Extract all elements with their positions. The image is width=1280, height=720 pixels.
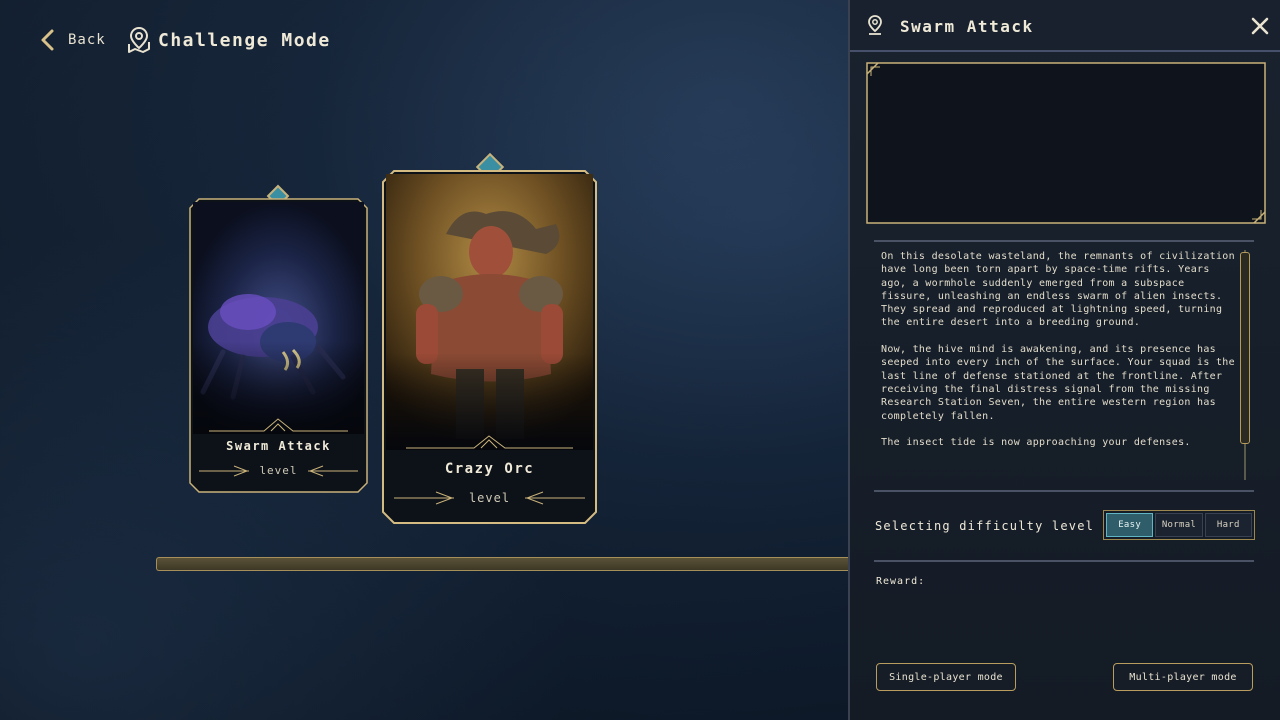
page-header: Challenge Mode (126, 26, 331, 54)
insect-creature-icon (193, 202, 364, 434)
progress-bar (156, 557, 848, 571)
difficulty-normal-button[interactable]: Normal (1155, 513, 1203, 537)
difficulty-label: Selecting difficulty level (875, 519, 1095, 533)
orc-warrior-icon (386, 174, 593, 450)
divider (874, 490, 1254, 492)
page-title: Challenge Mode (158, 29, 331, 51)
difficulty-easy-button[interactable]: Easy (1106, 513, 1154, 537)
panel-title: Swarm Attack (900, 17, 1034, 36)
description-paragraph: Now, the hive mind is awakening, and its… (881, 344, 1235, 422)
card-level: level (259, 464, 298, 477)
map-pin-icon (128, 26, 150, 53)
chevron-left-icon (41, 29, 54, 51)
description-paragraph: The insect tide is now approaching your … (881, 437, 1191, 449)
reward-label: Reward: (876, 576, 926, 587)
detail-panel: Swarm Attack On this desolate wasteland,… (848, 0, 1280, 720)
card-title: Crazy Orc (444, 461, 535, 477)
description-text: On this desolate wasteland, the remnants… (881, 250, 1239, 482)
location-pin-icon (868, 15, 882, 35)
level-card-swarm-attack[interactable]: Swarm Attack level (189, 198, 368, 493)
level-card-crazy-orc[interactable]: Crazy Orc level (382, 170, 597, 524)
panel-header: Swarm Attack (850, 0, 1280, 52)
difficulty-selector: Easy Normal Hard (1103, 510, 1255, 540)
card-ornament (406, 435, 573, 449)
difficulty-hard-button[interactable]: Hard (1204, 513, 1252, 537)
close-icon[interactable] (1250, 16, 1270, 36)
scroll-thumb[interactable] (1240, 252, 1250, 444)
multi-player-button[interactable]: Multi-player mode (1113, 663, 1253, 691)
card-ornament (209, 418, 348, 432)
back-label: Back (68, 32, 106, 48)
card-title: Swarm Attack (226, 439, 331, 453)
divider (874, 560, 1254, 562)
card-level: level (468, 491, 511, 505)
orc-warrior-art (386, 174, 593, 450)
back-button[interactable]: Back (38, 28, 106, 52)
description-paragraph: On this desolate wasteland, the remnants… (881, 251, 1235, 329)
preview-frame (866, 62, 1266, 224)
swarm-creature-art (193, 202, 364, 434)
description-scrollbar[interactable] (1240, 250, 1250, 480)
single-player-button[interactable]: Single-player mode (876, 663, 1016, 691)
divider (874, 240, 1254, 242)
